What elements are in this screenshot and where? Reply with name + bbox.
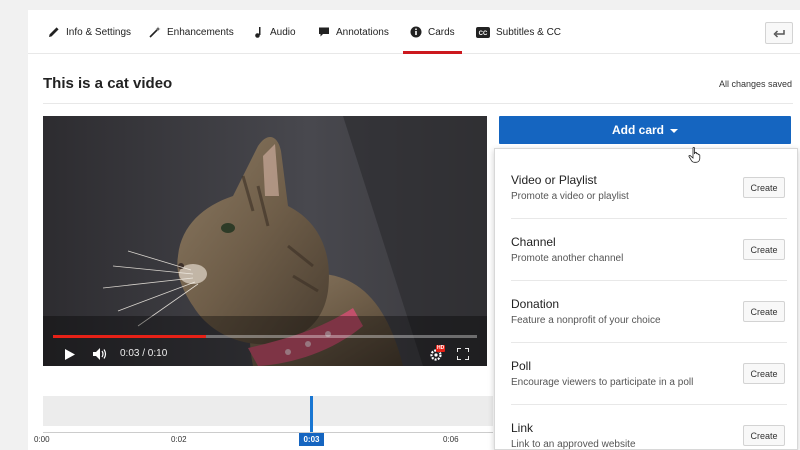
player-controls: 0:03 / 0:10 HD xyxy=(43,342,487,366)
timeline-tick: 0:06 xyxy=(443,435,459,444)
tab-label: Cards xyxy=(428,26,455,38)
tab-label: Audio xyxy=(270,26,296,38)
back-button[interactable] xyxy=(765,22,793,44)
cat-video-frame xyxy=(43,116,487,366)
speech-bubble-icon xyxy=(319,27,329,37)
return-arrow-icon xyxy=(773,30,785,38)
create-button[interactable]: Create xyxy=(743,177,785,198)
progress-bar[interactable] xyxy=(53,335,477,338)
tab-label: Enhancements xyxy=(167,26,234,38)
create-button[interactable]: Create xyxy=(743,425,785,446)
video-player[interactable]: 0:03 / 0:10 HD xyxy=(43,116,487,366)
card-option-name: Video or Playlist xyxy=(511,173,597,187)
info-circle-icon xyxy=(410,26,422,38)
pencil-icon xyxy=(49,27,59,37)
svg-text:CC: CC xyxy=(479,31,488,37)
tab-label: Info & Settings xyxy=(66,26,132,38)
save-status: All changes saved xyxy=(718,79,792,89)
timeline-playhead[interactable] xyxy=(310,396,313,432)
tab-label: Annotations xyxy=(336,26,389,38)
playhead-time: 0:03 xyxy=(299,433,324,446)
add-card-menu: Video or Playlist Promote a video or pla… xyxy=(494,148,798,450)
card-option-donation[interactable]: Donation Feature a nonprofit of your cho… xyxy=(511,281,787,343)
card-option-name: Poll xyxy=(511,359,532,373)
card-option-link[interactable]: Link Link to an approved website Create xyxy=(511,405,787,450)
editor-page: Info & Settings Enhancements Audio Annot… xyxy=(28,10,800,450)
fullscreen-icon[interactable] xyxy=(457,348,469,360)
music-note-icon xyxy=(255,27,261,38)
tab-audio[interactable]: Audio xyxy=(254,10,296,54)
magic-wand-icon xyxy=(149,26,161,38)
card-option-video-playlist[interactable]: Video or Playlist Promote a video or pla… xyxy=(511,157,787,219)
card-option-desc: Promote another channel xyxy=(511,253,624,264)
page-title: This is a cat video xyxy=(43,75,173,92)
add-card-label: Add card xyxy=(611,123,664,137)
card-option-name: Donation xyxy=(511,297,560,311)
progress-fill xyxy=(53,335,206,338)
tab-enhancements[interactable]: Enhancements xyxy=(149,10,234,54)
timeline-axis xyxy=(43,432,493,433)
settings-gear-icon[interactable]: HD xyxy=(429,345,446,362)
cc-icon: CC xyxy=(476,26,490,38)
card-timeline[interactable] xyxy=(43,396,493,426)
create-button[interactable]: Create xyxy=(743,363,785,384)
tab-subtitles-cc[interactable]: CC Subtitles & CC xyxy=(476,10,561,54)
create-button[interactable]: Create xyxy=(743,301,785,322)
card-option-desc: Promote a video or playlist xyxy=(511,191,629,202)
card-option-poll[interactable]: Poll Encourage viewers to participate in… xyxy=(511,343,787,405)
tab-cards[interactable]: Cards xyxy=(403,10,462,54)
card-option-channel[interactable]: Channel Promote another channel Create xyxy=(511,219,787,281)
hand-cursor-icon xyxy=(688,147,701,163)
play-icon[interactable] xyxy=(65,349,75,360)
timeline-tick: 0:00 xyxy=(34,435,50,444)
divider xyxy=(43,103,793,104)
timeline-tick: 0:02 xyxy=(171,435,187,444)
tab-annotations[interactable]: Annotations xyxy=(318,10,389,54)
add-card-button[interactable]: Add card xyxy=(499,116,791,144)
tab-info-settings[interactable]: Info & Settings xyxy=(48,10,131,54)
hd-badge: HD xyxy=(436,345,446,352)
caret-down-icon xyxy=(670,129,678,133)
card-option-desc: Feature a nonprofit of your choice xyxy=(511,315,661,326)
card-option-name: Link xyxy=(511,421,534,435)
editor-tabs: Info & Settings Enhancements Audio Annot… xyxy=(28,10,800,54)
create-button[interactable]: Create xyxy=(743,239,785,260)
volume-icon[interactable] xyxy=(93,348,107,360)
time-display: 0:03 / 0:10 xyxy=(120,348,168,359)
card-option-name: Channel xyxy=(511,235,556,249)
tab-label: Subtitles & CC xyxy=(496,26,562,38)
card-option-desc: Encourage viewers to participate in a po… xyxy=(511,377,694,388)
card-option-desc: Link to an approved website xyxy=(511,439,636,450)
